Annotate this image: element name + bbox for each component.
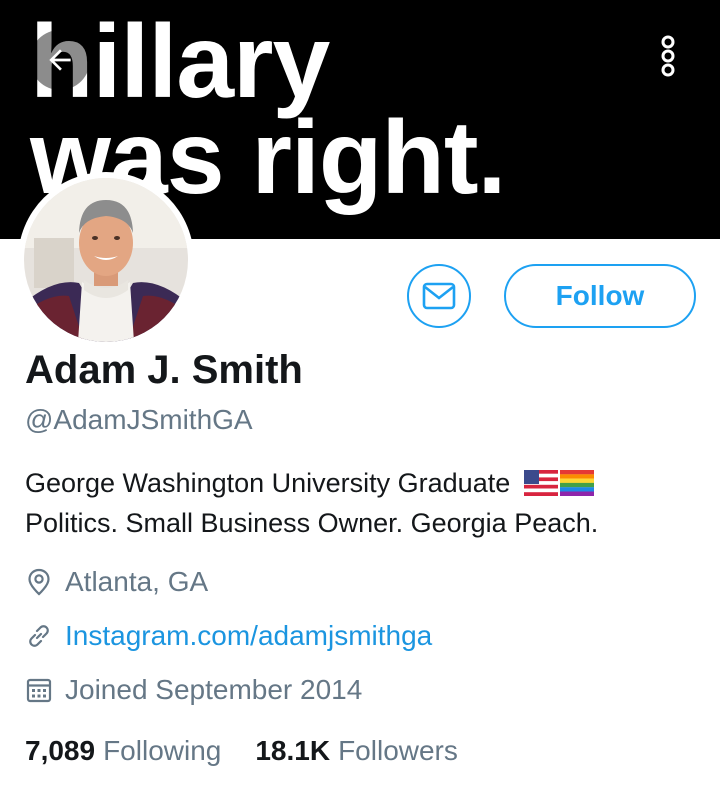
bio-emojis (523, 470, 594, 496)
follow-button[interactable]: Follow (504, 264, 696, 328)
following-stat[interactable]: 7,089 Following (25, 735, 221, 767)
joined-row: Joined September 2014 (25, 674, 362, 706)
us-flag-emoji (523, 470, 558, 496)
rainbow-flag-emoji (559, 470, 594, 496)
bio-line-1: George Washington University Graduate (25, 463, 705, 503)
profile-name: Adam J. Smith (25, 348, 303, 392)
follow-stats: 7,089 Following 18.1K Followers (25, 735, 458, 767)
profile-handle: @AdamJSmithGA (25, 404, 253, 435)
following-label: Following (103, 735, 222, 766)
location-row: Atlanta, GA (25, 566, 208, 598)
banner-line-1: hillary (30, 4, 330, 120)
envelope-icon (422, 282, 456, 310)
website-link[interactable]: Instagram.com/adamjsmithga (65, 620, 432, 652)
back-button[interactable] (30, 30, 90, 90)
joined-text: Joined September 2014 (65, 674, 363, 705)
profile-bio: George Washington University Graduate Po… (25, 463, 705, 543)
location-text: Atlanta, GA (65, 566, 209, 597)
arrow-left-icon (49, 49, 71, 71)
more-options-button[interactable] (638, 26, 698, 86)
message-button[interactable] (407, 264, 471, 328)
link-icon (25, 622, 53, 650)
more-vertical-icon (661, 35, 675, 77)
followers-count: 18.1K (255, 735, 331, 766)
followers-label: Followers (338, 735, 458, 766)
avatar-image (24, 178, 188, 342)
following-count: 7,089 (25, 735, 96, 766)
bio-line-2: Politics. Small Business Owner. Georgia … (25, 508, 599, 538)
location-pin-icon (25, 568, 53, 596)
website-row[interactable]: Instagram.com/adamjsmithga (25, 620, 432, 652)
followers-stat[interactable]: 18.1K Followers (255, 735, 458, 767)
calendar-icon (25, 676, 53, 704)
bio-text-1: George Washington University Graduate (25, 468, 511, 498)
avatar[interactable] (18, 172, 194, 348)
